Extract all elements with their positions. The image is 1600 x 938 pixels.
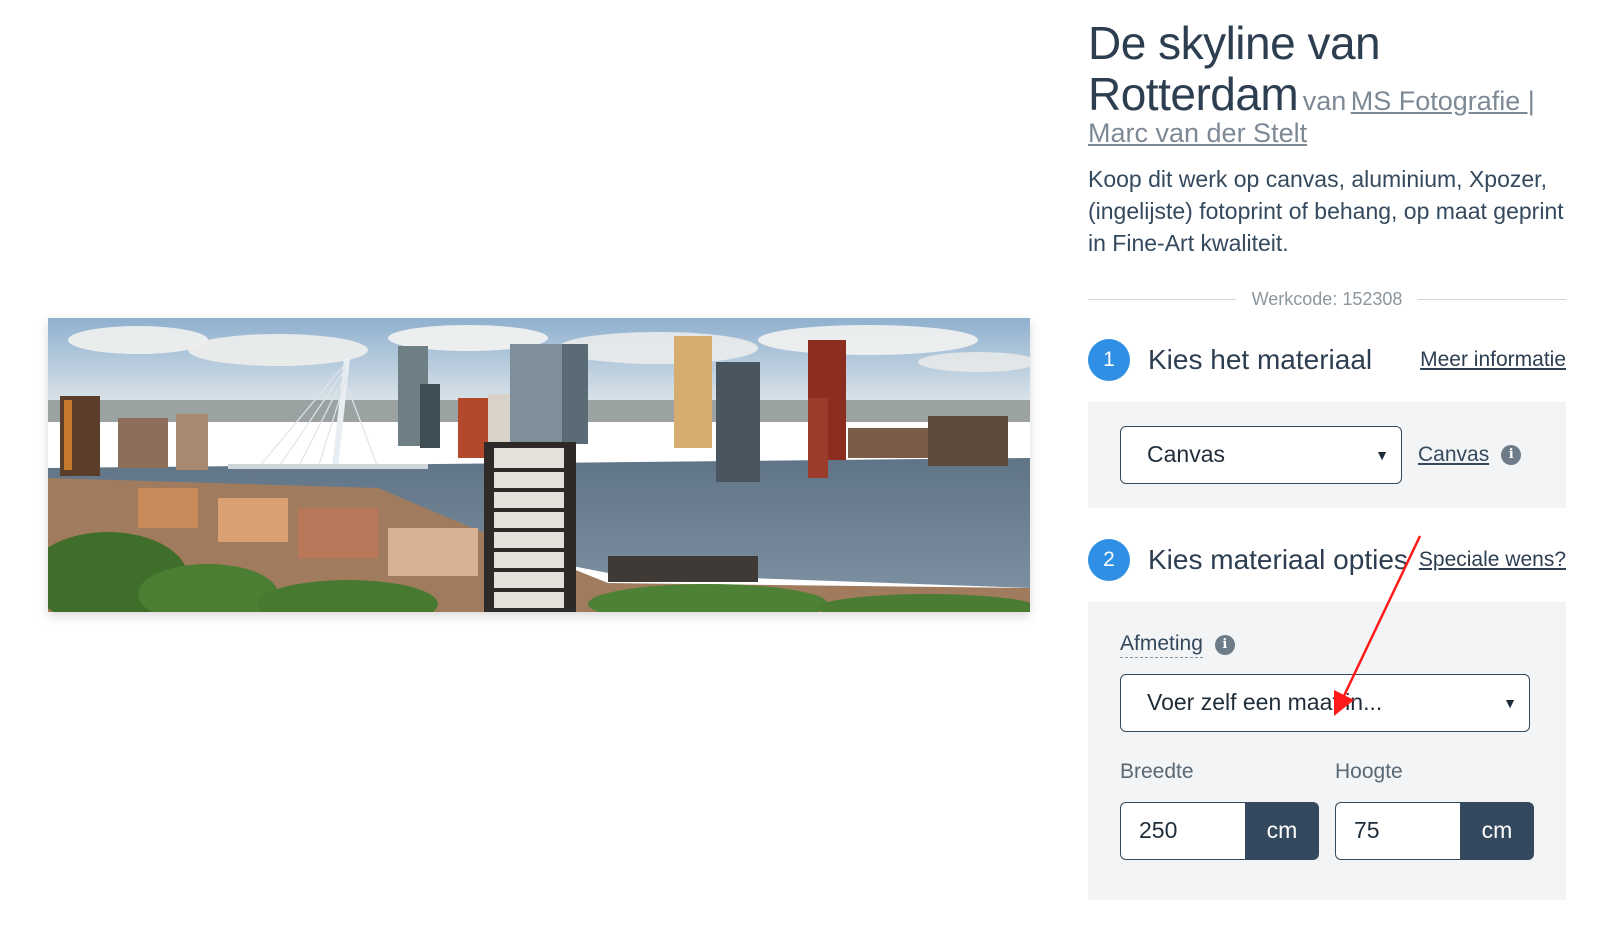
step-1-header: 1 Kies het materiaal Meer informatie: [1088, 338, 1566, 382]
divider-line-right: [1418, 298, 1566, 300]
divider-line-left: [1088, 298, 1236, 300]
step-2-badge: 2: [1088, 538, 1130, 581]
special-wish-link[interactable]: Speciale wens?: [1419, 548, 1566, 572]
step-2-header: 2 Kies materiaal opties Speciale wens?: [1088, 538, 1566, 582]
width-input-group: 250 cm: [1120, 801, 1319, 860]
material-select[interactable]: Canvas ▼: [1120, 425, 1402, 484]
product-panel: De skyline van Rotterdam van MS Fotograf…: [1088, 18, 1566, 900]
artist-link[interactable]: MS Fotografie |: [1351, 86, 1535, 116]
material-row: Canvas ▼ Canvas i: [1120, 425, 1534, 484]
height-unit: cm: [1460, 801, 1534, 860]
size-label-row: Afmeting i: [1120, 632, 1534, 658]
dimension-fields: Breedte 250 cm Hoogte 75 cm: [1120, 760, 1534, 860]
height-field: Hoogte 75 cm: [1335, 760, 1534, 860]
height-input-group: 75 cm: [1335, 801, 1534, 860]
material-box: Canvas ▼ Canvas i: [1088, 401, 1566, 508]
chevron-down-icon: ▼: [1503, 694, 1517, 711]
more-info-link[interactable]: Meer informatie: [1420, 348, 1566, 372]
info-icon[interactable]: i: [1501, 444, 1522, 465]
height-input[interactable]: 75: [1335, 801, 1460, 860]
rotterdam-skyline-illustration: [48, 318, 1030, 612]
step-1-title: Kies het materiaal: [1148, 343, 1373, 375]
by-label: van: [1302, 85, 1347, 116]
material-info-link[interactable]: Canvas: [1418, 443, 1489, 467]
chevron-down-icon: ▼: [1375, 446, 1389, 463]
workcode-divider: Werkcode: 152308: [1088, 289, 1566, 310]
width-input[interactable]: 250: [1120, 801, 1245, 860]
info-icon[interactable]: i: [1214, 634, 1235, 655]
step-2-title: Kies materiaal opties: [1148, 543, 1408, 575]
artwork-image[interactable]: [48, 318, 1030, 612]
width-label: Breedte: [1120, 759, 1194, 783]
material-select-value: Canvas: [1147, 441, 1225, 468]
workcode: Werkcode: 152308: [1251, 288, 1403, 309]
width-field: Breedte 250 cm: [1120, 760, 1319, 860]
size-label[interactable]: Afmeting: [1120, 632, 1203, 658]
width-unit: cm: [1245, 801, 1319, 860]
height-label: Hoogte: [1335, 759, 1403, 783]
product-heading: De skyline van Rotterdam van MS Fotograf…: [1088, 18, 1566, 149]
artist-link-name[interactable]: Marc van der Stelt: [1088, 118, 1307, 148]
size-select-value: Voer zelf een maat in...: [1147, 689, 1383, 716]
size-select[interactable]: Voer zelf een maat in... ▼: [1120, 673, 1530, 732]
options-box: Afmeting i Voer zelf een maat in... ▼ Br…: [1088, 601, 1566, 900]
step-1-badge: 1: [1088, 338, 1130, 381]
product-description: Koop dit werk op canvas, aluminium, Xpoz…: [1088, 165, 1564, 256]
